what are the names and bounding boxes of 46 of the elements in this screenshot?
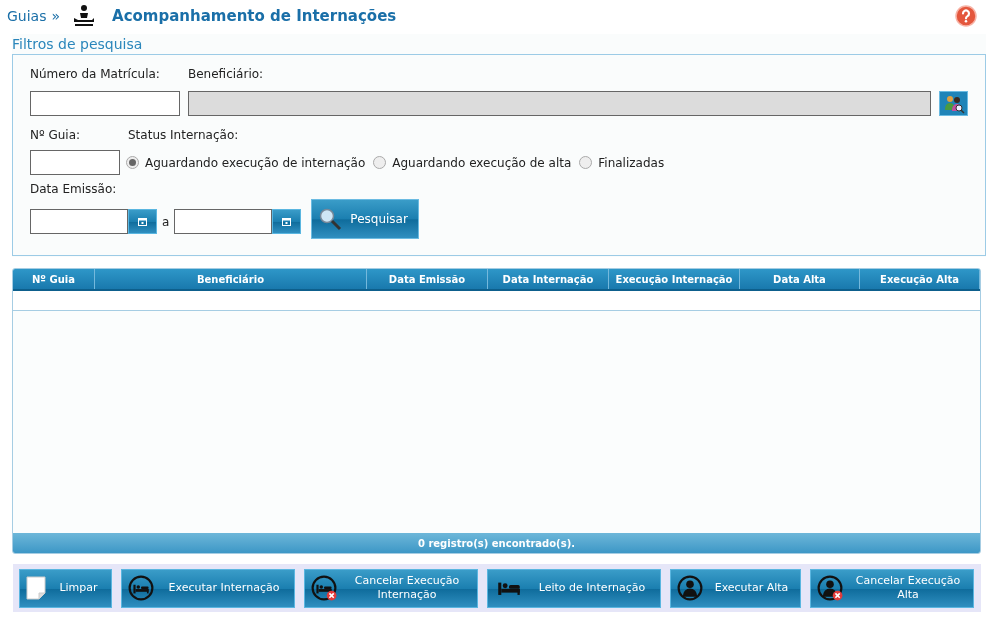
action-button[interactable]: Limpar	[19, 568, 112, 608]
blank-page-icon	[26, 576, 46, 600]
page-title: Acompanhamento de Internações	[112, 5, 397, 27]
table-footer: 0 registro(s) encontrado(s).	[13, 533, 980, 553]
person-icon	[677, 575, 703, 601]
people-search-icon	[942, 93, 965, 114]
magnifier-icon	[318, 207, 343, 231]
field-label: Nº Guia:	[30, 127, 82, 144]
status-radio-option[interactable]: Aguardando execução de alta	[373, 153, 572, 172]
action-button[interactable]: Cancelar Execução Internação	[304, 568, 478, 608]
column-header[interactable]: Nº Guia	[13, 269, 95, 289]
field-label: Número da Matrícula:	[30, 66, 161, 83]
bed-cancel-icon	[311, 575, 337, 601]
help-icon[interactable]	[955, 5, 977, 27]
calendar-icon	[282, 217, 292, 226]
calendar-icon	[138, 217, 147, 226]
calendar-button[interactable]	[128, 209, 157, 234]
status-radio-option[interactable]: Finalizadas	[579, 153, 665, 172]
filters-legend: Filtros de pesquisa	[12, 34, 986, 54]
column-header[interactable]: Data Alta	[740, 269, 860, 289]
bed-icon	[128, 575, 154, 601]
column-header[interactable]: Execução Internação	[609, 269, 740, 289]
date-range-separator: a	[162, 213, 170, 231]
column-header[interactable]: Data Emissão	[367, 269, 488, 289]
action-button[interactable]: Leito de Internação	[487, 568, 661, 608]
beneficiary-search-button[interactable]	[939, 91, 968, 116]
person-cancel-icon	[817, 575, 843, 601]
field-label: Beneficiário:	[188, 66, 265, 83]
date-from-field[interactable]	[30, 209, 128, 234]
guia-field[interactable]	[30, 150, 120, 175]
search-button[interactable]: Pesquisar	[311, 199, 420, 239]
action-button[interactable]: Executar Internação	[121, 568, 295, 608]
column-header[interactable]: Execução Alta	[860, 269, 980, 289]
field-label: Data Emissão:	[30, 181, 118, 198]
patient-bed-icon	[72, 4, 97, 28]
column-header[interactable]: Data Internação	[488, 269, 609, 289]
breadcrumb-link[interactable]: Guias	[7, 5, 47, 27]
status-radio-option[interactable]: Aguardando execução de internação	[126, 153, 366, 172]
calendar-button[interactable]	[272, 209, 302, 234]
field-label: Status Internação:	[128, 127, 240, 144]
breadcrumb-separator: »	[51, 6, 61, 26]
column-header[interactable]: Beneficiário	[95, 269, 367, 289]
date-to-field[interactable]	[174, 209, 273, 234]
action-button[interactable]: Cancelar Execução Alta	[810, 568, 974, 608]
action-button[interactable]: Executar Alta	[670, 568, 801, 608]
matricula-field[interactable]	[30, 91, 180, 116]
